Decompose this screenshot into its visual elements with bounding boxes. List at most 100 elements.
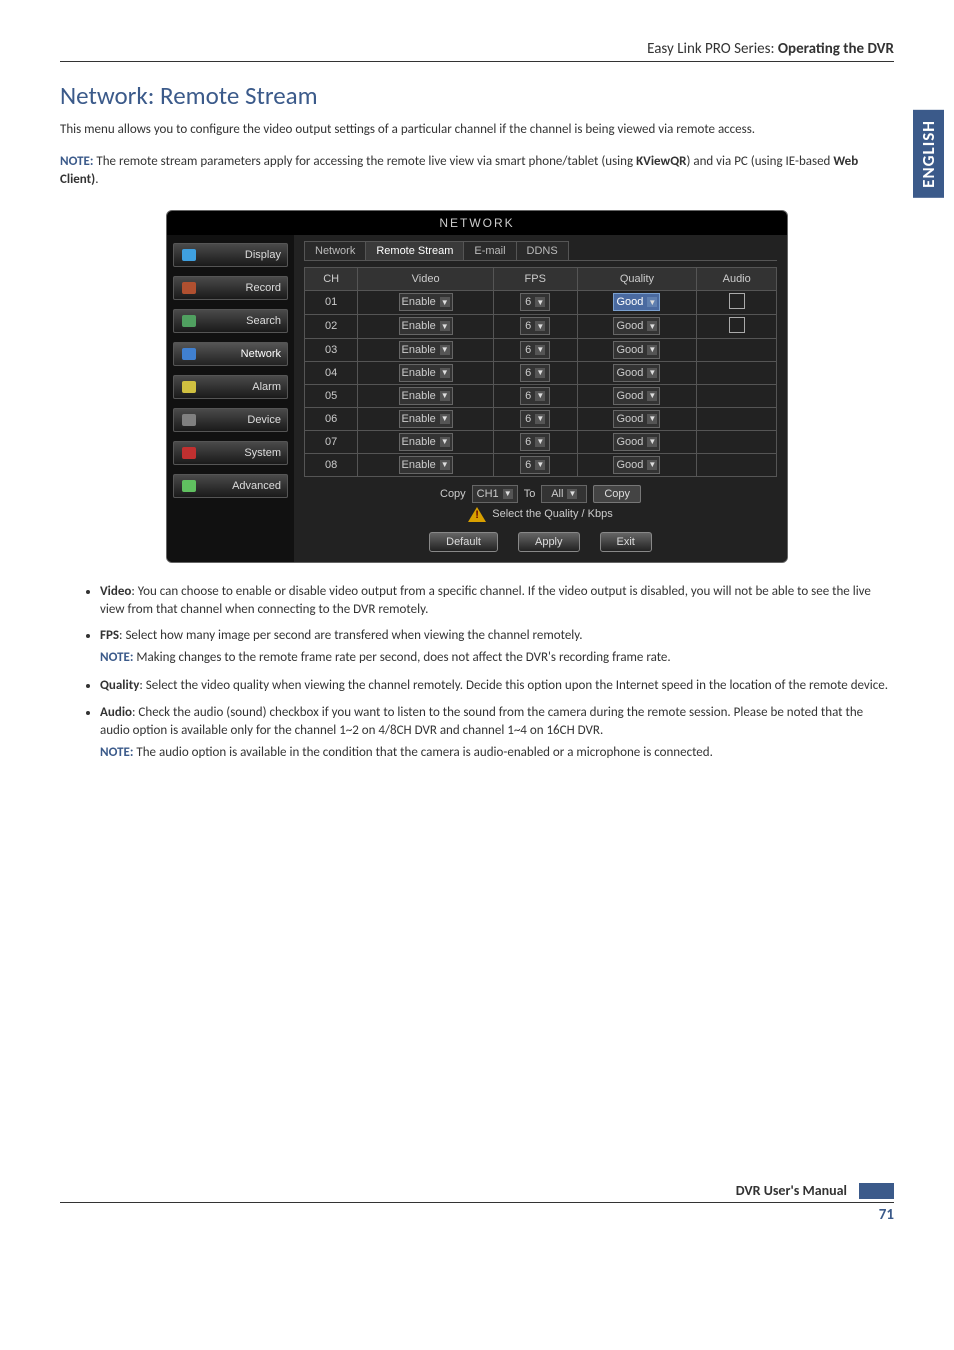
chevron-down-icon: ▼ [440, 414, 450, 424]
tab-ddns[interactable]: DDNS [516, 241, 569, 260]
table-row: 01Enable▼6▼Good▼ [305, 290, 777, 314]
copy-to-select[interactable]: All▼ [541, 485, 587, 503]
copy-from-select[interactable]: CH1▼ [472, 485, 518, 503]
exit-button[interactable]: Exit [600, 532, 652, 552]
warning-text: Select the Quality / Kbps [492, 508, 612, 520]
col-header: FPS [493, 267, 577, 290]
audio-checkbox[interactable] [729, 293, 745, 309]
chevron-down-icon: ▼ [440, 391, 450, 401]
warning-row: Select the Quality / Kbps [304, 507, 777, 522]
col-header: CH [305, 267, 358, 290]
fps-select[interactable]: 6▼ [520, 410, 550, 428]
sidebar-item-device[interactable]: Device [173, 408, 288, 432]
dvr-tabs: NetworkRemote StreamE-mailDDNS [304, 241, 777, 261]
chevron-down-icon: ▼ [647, 297, 657, 307]
sidebar-item-record[interactable]: Record [173, 276, 288, 300]
sidebar-item-network[interactable]: Network [173, 342, 288, 366]
chevron-down-icon: ▼ [647, 345, 657, 355]
sidebar-item-system[interactable]: System [173, 441, 288, 465]
video-select[interactable]: Enable▼ [399, 387, 453, 405]
sidebar-item-label: Record [202, 282, 281, 294]
table-row: 03Enable▼6▼Good▼ [305, 338, 777, 361]
fps-select[interactable]: 6▼ [520, 364, 550, 382]
table-row: 02Enable▼6▼Good▼ [305, 314, 777, 338]
sidebar-item-label: Alarm [202, 381, 281, 393]
video-select[interactable]: Enable▼ [399, 341, 453, 359]
quality-select[interactable]: Good▼ [613, 341, 660, 359]
chevron-down-icon: ▼ [535, 460, 545, 470]
sidebar-item-advanced[interactable]: Advanced [173, 474, 288, 498]
quality-select[interactable]: Good▼ [613, 410, 660, 428]
quality-select[interactable]: Good▼ [613, 317, 660, 335]
quality-select[interactable]: Good▼ [613, 456, 660, 474]
audio-checkbox[interactable] [729, 317, 745, 333]
fps-select[interactable]: 6▼ [520, 293, 550, 311]
col-header: Quality [577, 267, 697, 290]
header-title: Operating the DVR [778, 40, 894, 58]
video-select[interactable]: Enable▼ [399, 317, 453, 335]
advanced-icon [180, 479, 198, 493]
fps-select[interactable]: 6▼ [520, 456, 550, 474]
page-header: Easy Link PRO Series: Operating the DVR [60, 40, 894, 62]
fps-select[interactable]: 6▼ [520, 341, 550, 359]
table-row: 07Enable▼6▼Good▼ [305, 430, 777, 453]
chevron-down-icon: ▼ [647, 391, 657, 401]
video-select[interactable]: Enable▼ [399, 456, 453, 474]
chevron-down-icon: ▼ [647, 460, 657, 470]
table-row: 08Enable▼6▼Good▼ [305, 453, 777, 476]
video-select[interactable]: Enable▼ [399, 433, 453, 451]
chevron-down-icon: ▼ [440, 368, 450, 378]
footer-stripe [859, 1183, 894, 1199]
fps-select[interactable]: 6▼ [520, 433, 550, 451]
chevron-down-icon: ▼ [535, 391, 545, 401]
chevron-down-icon: ▼ [647, 321, 657, 331]
bullet-fps: FPS: Select how many image per second ar… [100, 627, 894, 667]
network-icon [180, 347, 198, 361]
chevron-down-icon: ▼ [647, 437, 657, 447]
sidebar-item-label: Device [202, 414, 281, 426]
device-icon [180, 413, 198, 427]
chevron-down-icon: ▼ [647, 368, 657, 378]
bullet-video: Video: You can choose to enable or disab… [100, 583, 894, 619]
chevron-down-icon: ▼ [535, 414, 545, 424]
default-button[interactable]: Default [429, 532, 498, 552]
apply-button[interactable]: Apply [518, 532, 580, 552]
intro-text: This menu allows you to configure the vi… [60, 121, 894, 139]
table-row: 05Enable▼6▼Good▼ [305, 384, 777, 407]
dvr-screenshot: NETWORK DisplayRecordSearchNetworkAlarmD… [166, 210, 788, 563]
tab-network[interactable]: Network [304, 241, 366, 260]
warning-icon [468, 507, 486, 522]
description-list: Video: You can choose to enable or disab… [60, 583, 894, 763]
video-select[interactable]: Enable▼ [399, 364, 453, 382]
sidebar-item-label: Display [202, 249, 281, 261]
chevron-down-icon: ▼ [440, 460, 450, 470]
system-icon [180, 446, 198, 460]
copy-button[interactable]: Copy [593, 485, 641, 503]
quality-select[interactable]: Good▼ [613, 293, 660, 311]
fps-select[interactable]: 6▼ [520, 317, 550, 335]
chevron-down-icon: ▼ [440, 345, 450, 355]
display-icon [180, 248, 198, 262]
copy-to-label: To [524, 488, 536, 500]
quality-select[interactable]: Good▼ [613, 387, 660, 405]
bullet-quality: Quality: Select the video quality when v… [100, 677, 894, 695]
tab-e-mail[interactable]: E-mail [463, 241, 516, 260]
sidebar-item-search[interactable]: Search [173, 309, 288, 333]
col-header: Audio [697, 267, 777, 290]
quality-select[interactable]: Good▼ [613, 433, 660, 451]
sidebar-item-display[interactable]: Display [173, 243, 288, 267]
quality-select[interactable]: Good▼ [613, 364, 660, 382]
page-number: 71 [879, 1206, 894, 1224]
copy-label: Copy [440, 488, 466, 500]
fps-select[interactable]: 6▼ [520, 387, 550, 405]
footer-text: DVR User's Manual [736, 1182, 847, 1199]
chevron-down-icon: ▼ [440, 297, 450, 307]
chevron-down-icon: ▼ [440, 437, 450, 447]
sidebar-item-alarm[interactable]: Alarm [173, 375, 288, 399]
video-select[interactable]: Enable▼ [399, 410, 453, 428]
record-icon [180, 281, 198, 295]
table-row: 04Enable▼6▼Good▼ [305, 361, 777, 384]
sidebar-item-label: Advanced [202, 480, 281, 492]
video-select[interactable]: Enable▼ [399, 293, 453, 311]
tab-remote-stream[interactable]: Remote Stream [365, 241, 464, 260]
